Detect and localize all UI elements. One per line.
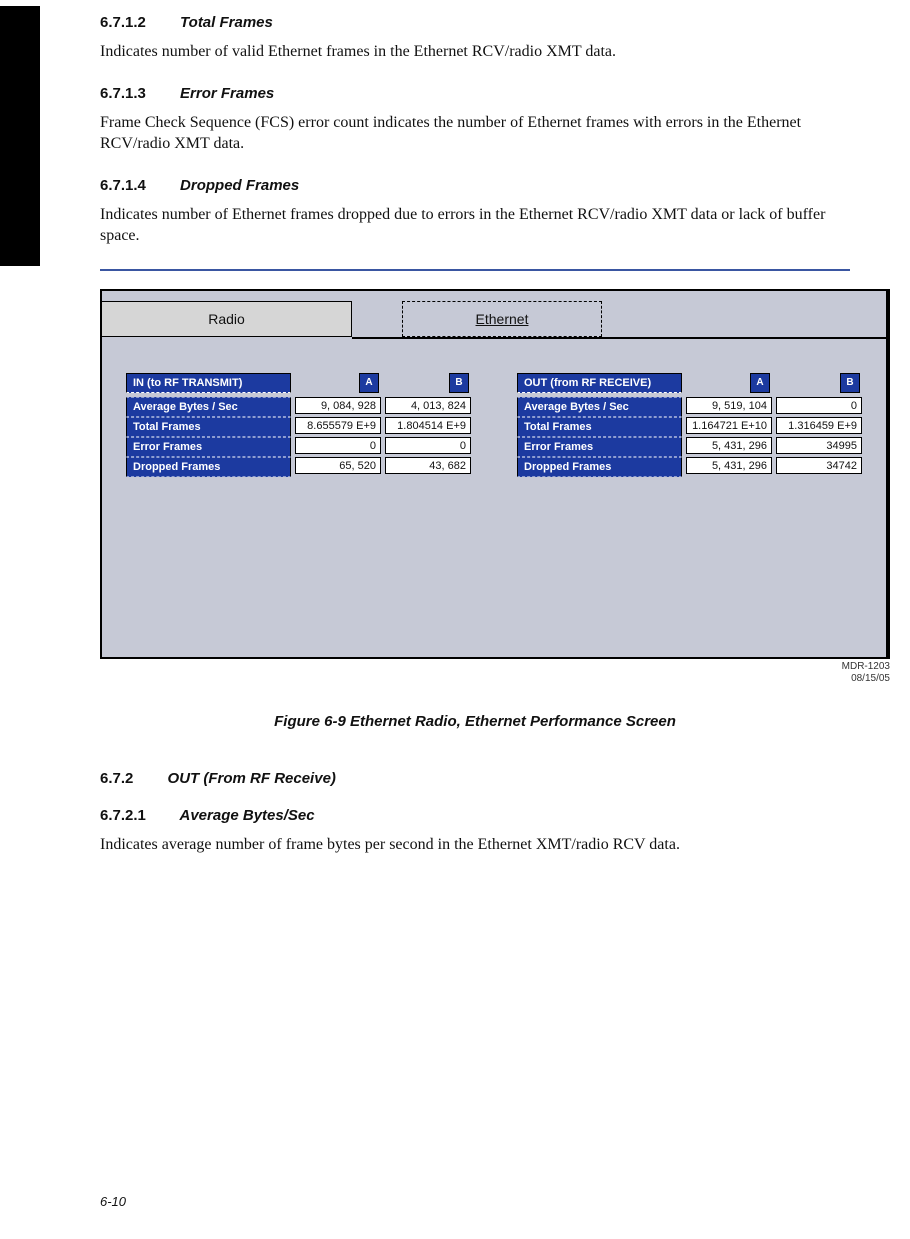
sec-title: Dropped Frames bbox=[180, 177, 299, 194]
row-label-error: Error Frames bbox=[517, 437, 682, 457]
tab-radio[interactable]: Radio bbox=[102, 301, 352, 337]
figure-caption: Figure 6-9 Ethernet Radio, Ethernet Perf… bbox=[100, 713, 850, 730]
sec-num: 6.7.1.2 bbox=[100, 14, 146, 31]
figure-container: Radio Ethernet IN (to RF TRANSMIT) A B bbox=[100, 289, 890, 685]
tab-bar: Radio Ethernet bbox=[102, 301, 886, 345]
col-b-header: B bbox=[840, 373, 860, 393]
out-avg-a: 9, 519, 104 bbox=[686, 397, 772, 414]
heading-6-7-1-3: 6.7.1.3 Error Frames bbox=[100, 85, 850, 102]
ethernet-performance-panel: Radio Ethernet IN (to RF TRANSMIT) A B bbox=[100, 289, 890, 659]
col-a-header: A bbox=[750, 373, 770, 393]
sec-body: Indicates number of Ethernet frames drop… bbox=[100, 204, 850, 247]
sec-title: Average Bytes/Sec bbox=[180, 807, 315, 824]
sec-num: 6.7.1.3 bbox=[100, 85, 146, 102]
in-total-a: 8.655579 E+9 bbox=[295, 417, 381, 434]
out-dropped-b: 34742 bbox=[776, 457, 862, 474]
page-number: 6-10 bbox=[100, 1194, 126, 1209]
sec-num: 6.7.2.1 bbox=[100, 807, 146, 824]
divider bbox=[100, 269, 850, 271]
out-error-b: 34995 bbox=[776, 437, 862, 454]
col-a-header: A bbox=[359, 373, 379, 393]
sec-num: 6.7.2 bbox=[100, 770, 133, 787]
tab-underline bbox=[352, 337, 886, 339]
in-total-b: 1.804514 E+9 bbox=[385, 417, 471, 434]
row-label-avg: Average Bytes / Sec bbox=[517, 397, 682, 417]
in-error-a: 0 bbox=[295, 437, 381, 454]
heading-6-7-1-4: 6.7.1.4 Dropped Frames bbox=[100, 177, 850, 194]
row-label-total: Total Frames bbox=[126, 417, 291, 437]
row-label-total: Total Frames bbox=[517, 417, 682, 437]
in-dropped-a: 65, 520 bbox=[295, 457, 381, 474]
in-avg-a: 9, 084, 928 bbox=[295, 397, 381, 414]
panel-out: OUT (from RF RECEIVE) A B Average Bytes … bbox=[517, 373, 868, 477]
sec-body: Indicates average number of frame bytes … bbox=[100, 834, 850, 856]
sec-title: OUT (From RF Receive) bbox=[168, 770, 336, 787]
sec-num: 6.7.1.4 bbox=[100, 177, 146, 194]
panel-out-title: OUT (from RF RECEIVE) bbox=[517, 373, 682, 393]
out-total-b: 1.316459 E+9 bbox=[776, 417, 862, 434]
row-label-error: Error Frames bbox=[126, 437, 291, 457]
panel-in: IN (to RF TRANSMIT) A B Average Bytes / … bbox=[126, 373, 477, 477]
sec-title: Total Frames bbox=[180, 14, 273, 31]
heading-6-7-2-1: 6.7.2.1 Average Bytes/Sec bbox=[100, 807, 850, 824]
col-b-header: B bbox=[449, 373, 469, 393]
row-label-dropped: Dropped Frames bbox=[517, 457, 682, 477]
figure-meta: MDR-1203 08/15/05 bbox=[100, 661, 890, 685]
sec-title: Error Frames bbox=[180, 85, 274, 102]
out-error-a: 5, 431, 296 bbox=[686, 437, 772, 454]
row-label-avg: Average Bytes / Sec bbox=[126, 397, 291, 417]
figure-date: 08/15/05 bbox=[851, 673, 890, 684]
row-label-dropped: Dropped Frames bbox=[126, 457, 291, 477]
out-total-a: 1.164721 E+10 bbox=[686, 417, 772, 434]
figure-id: MDR-1203 bbox=[842, 661, 890, 672]
out-avg-b: 0 bbox=[776, 397, 862, 414]
tab-ethernet[interactable]: Ethernet bbox=[402, 301, 602, 337]
in-error-b: 0 bbox=[385, 437, 471, 454]
panel-in-title: IN (to RF TRANSMIT) bbox=[126, 373, 291, 393]
heading-6-7-1-2: 6.7.1.2 Total Frames bbox=[100, 6, 850, 31]
heading-6-7-2: 6.7.2 OUT (From RF Receive) bbox=[100, 770, 850, 787]
side-tab bbox=[0, 6, 40, 266]
out-dropped-a: 5, 431, 296 bbox=[686, 457, 772, 474]
sec-body: Indicates number of valid Ethernet frame… bbox=[100, 41, 850, 63]
in-dropped-b: 43, 682 bbox=[385, 457, 471, 474]
sec-body: Frame Check Sequence (FCS) error count i… bbox=[100, 112, 850, 155]
in-avg-b: 4, 013, 824 bbox=[385, 397, 471, 414]
